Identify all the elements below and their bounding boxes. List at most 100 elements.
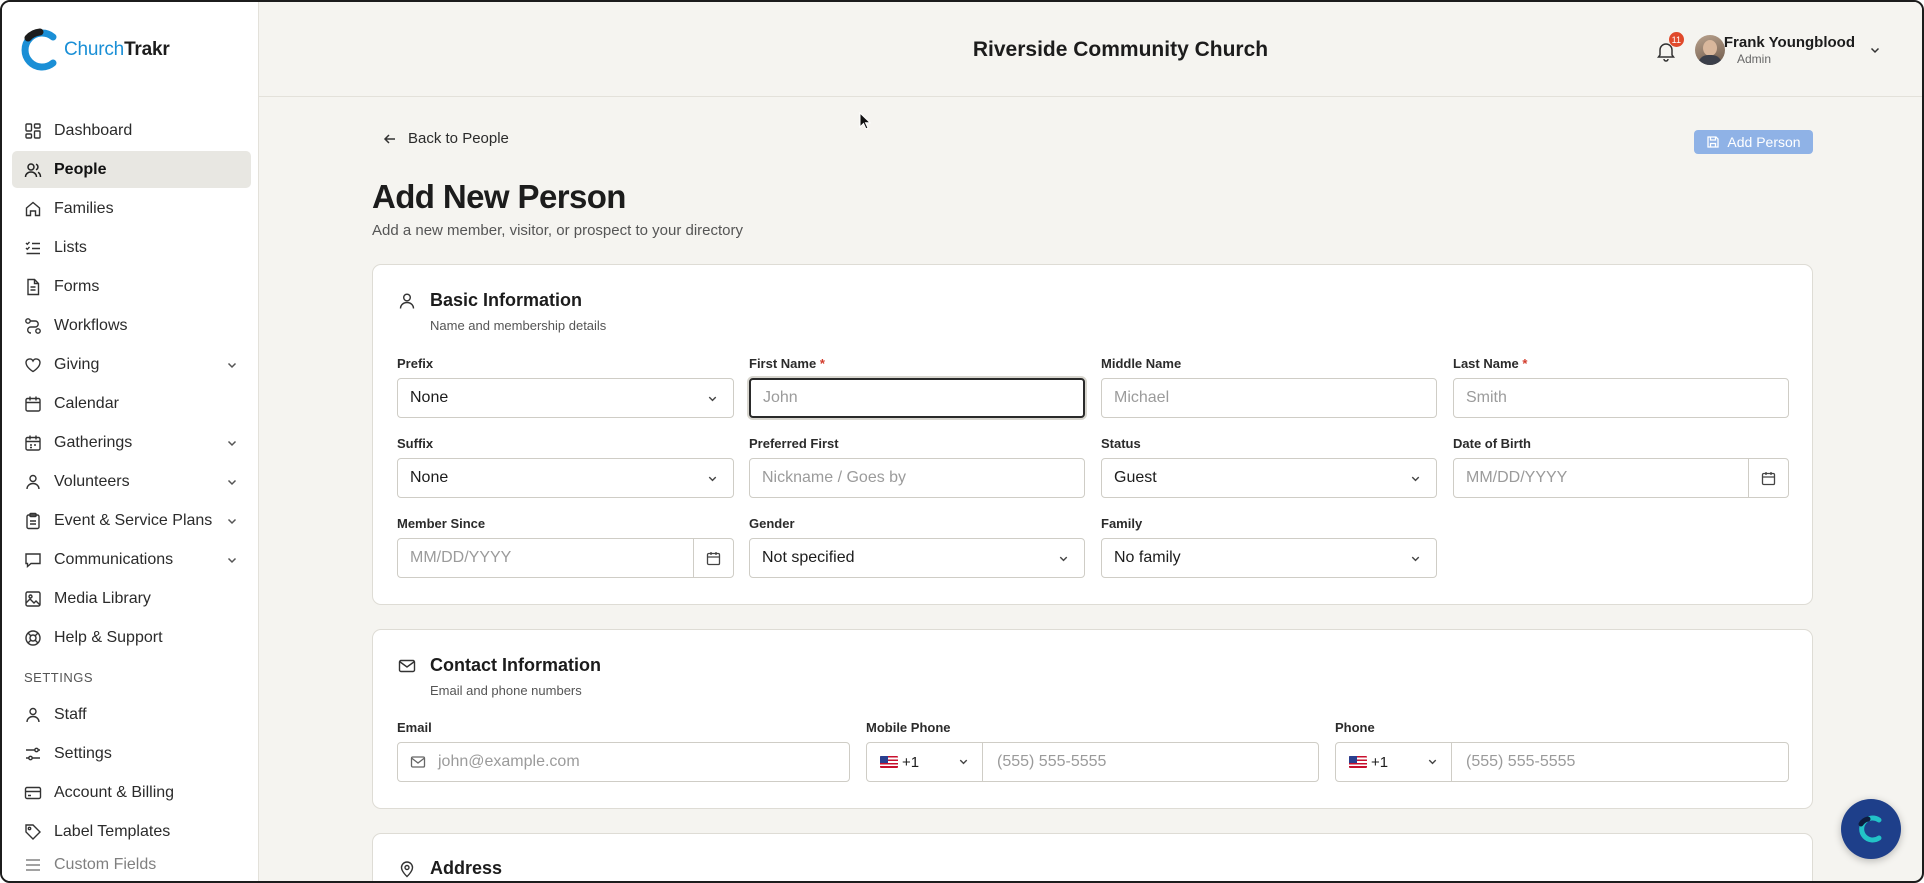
card-subtitle: Name and membership details bbox=[430, 318, 607, 333]
user-role: Admin bbox=[1737, 52, 1772, 66]
sidebar-item-label: Giving bbox=[54, 355, 100, 373]
card-title: Basic Information bbox=[430, 290, 583, 310]
heart-icon bbox=[24, 356, 42, 374]
phone-input[interactable]: +1 (555) 555-5555 bbox=[1335, 742, 1789, 782]
suffix-label: Suffix bbox=[397, 436, 434, 451]
back-to-people-link[interactable]: Back to People bbox=[382, 130, 509, 147]
sidebar-item-families[interactable]: Families bbox=[12, 190, 251, 227]
app-window: ChurchTrakr Dashboard People Families Li… bbox=[0, 0, 1924, 883]
sidebar-item-label: Account & Billing bbox=[54, 783, 175, 801]
prefix-select[interactable]: None bbox=[397, 378, 734, 418]
basic-information-card: Basic Information Name and membership de… bbox=[372, 264, 1813, 605]
family-label: Family bbox=[1101, 516, 1143, 531]
user-icon bbox=[399, 293, 415, 309]
gender-field: Gender Not specified bbox=[749, 516, 1085, 578]
phone-label: Phone bbox=[1335, 720, 1375, 735]
mail-icon bbox=[410, 756, 426, 768]
country-code-value: +1 bbox=[1371, 753, 1389, 771]
sidebar-item-gatherings[interactable]: Gatherings bbox=[12, 424, 251, 461]
country-code-select[interactable]: +1 bbox=[1336, 743, 1452, 781]
suffix-select[interactable]: None bbox=[397, 458, 734, 498]
card-title: Address bbox=[430, 858, 503, 878]
sidebar-item-account-billing[interactable]: Account & Billing bbox=[12, 774, 251, 811]
sidebar-item-lists[interactable]: Lists bbox=[12, 229, 251, 266]
email-label: Email bbox=[397, 720, 432, 735]
member-since-field: Member Since MM/DD/YYYY bbox=[397, 516, 734, 578]
dashboard-icon bbox=[24, 122, 42, 140]
preferred-first-input[interactable]: Nickname / Goes by bbox=[749, 458, 1085, 498]
sidebar-item-forms[interactable]: Forms bbox=[12, 268, 251, 305]
mobile-phone-input[interactable]: +1 (555) 555-5555 bbox=[866, 742, 1319, 782]
first-name-input[interactable]: John bbox=[749, 378, 1085, 418]
sidebar-item-custom-fields[interactable]: Custom Fields bbox=[12, 852, 251, 872]
notification-badge: 11 bbox=[1668, 32, 1684, 47]
chevron-down-icon bbox=[227, 362, 237, 368]
middle-name-input[interactable]: Michael bbox=[1101, 378, 1437, 418]
required-marker: * bbox=[1522, 356, 1528, 371]
gender-select[interactable]: Not specified bbox=[749, 538, 1085, 578]
sidebar-item-label: Dashboard bbox=[54, 121, 133, 139]
first-name-label-text: First Name bbox=[749, 356, 817, 371]
sidebar-item-help-support[interactable]: Help & Support bbox=[12, 619, 251, 656]
status-select[interactable]: Guest bbox=[1101, 458, 1437, 498]
country-code-select[interactable]: +1 bbox=[867, 743, 983, 781]
sidebar-item-workflows[interactable]: Workflows bbox=[12, 307, 251, 344]
country-code-value: +1 bbox=[902, 753, 920, 771]
logo-text-part1: Church bbox=[64, 39, 125, 60]
status-value: Guest bbox=[1114, 469, 1157, 486]
phone-field: Phone +1 (555) 555-5555 bbox=[1335, 720, 1789, 782]
sidebar-item-label: Families bbox=[54, 199, 114, 217]
last-name-label: Last Name * bbox=[1453, 356, 1789, 373]
first-name-placeholder: John bbox=[763, 389, 798, 406]
calendar-icon bbox=[1761, 471, 1776, 485]
sidebar-item-media-library[interactable]: Media Library bbox=[12, 580, 251, 617]
chevron-down-icon[interactable] bbox=[1868, 43, 1882, 57]
avatar[interactable] bbox=[1695, 35, 1725, 65]
date-of-birth-input[interactable]: MM/DD/YYYY bbox=[1453, 458, 1789, 498]
app-logo[interactable]: ChurchTrakr bbox=[20, 28, 170, 72]
mobile-phone-label: Mobile Phone bbox=[866, 720, 951, 735]
sidebar-item-event-service-plans[interactable]: Event & Service Plans bbox=[12, 502, 251, 539]
top-header: Riverside Community Church 11 Frank Youn… bbox=[259, 2, 1922, 97]
add-person-label: Add Person bbox=[1727, 134, 1801, 150]
help-chat-button[interactable] bbox=[1841, 799, 1901, 859]
sidebar-item-label: Communications bbox=[54, 550, 174, 568]
date-picker-button[interactable] bbox=[1748, 459, 1788, 497]
gender-label: Gender bbox=[749, 516, 795, 531]
staff-icon bbox=[24, 706, 42, 724]
middle-name-field: Middle Name Michael bbox=[1101, 356, 1437, 418]
family-select[interactable]: No family bbox=[1101, 538, 1437, 578]
sidebar-item-people[interactable]: People bbox=[12, 151, 251, 188]
user-name[interactable]: Frank Youngblood bbox=[1724, 34, 1855, 51]
add-person-button[interactable]: Add Person bbox=[1694, 130, 1813, 154]
chevron-down-icon bbox=[708, 476, 717, 482]
preferred-first-field: Preferred First Nickname / Goes by bbox=[749, 436, 1085, 498]
sidebar-item-dashboard[interactable]: Dashboard bbox=[12, 112, 251, 149]
sidebar-item-label: Gatherings bbox=[54, 433, 133, 451]
tag-icon bbox=[24, 823, 42, 841]
sidebar-item-volunteers[interactable]: Volunteers bbox=[12, 463, 251, 500]
sidebar-item-label-templates[interactable]: Label Templates bbox=[12, 813, 251, 850]
sidebar-item-communications[interactable]: Communications bbox=[12, 541, 251, 578]
email-input[interactable]: john@example.com bbox=[397, 742, 850, 782]
clipboard-icon bbox=[24, 512, 42, 530]
chat-icon bbox=[24, 551, 42, 569]
credit-card-icon bbox=[24, 784, 42, 802]
member-since-label: Member Since bbox=[397, 516, 486, 531]
last-name-input[interactable]: Smith bbox=[1453, 378, 1789, 418]
member-since-input[interactable]: MM/DD/YYYY bbox=[397, 538, 734, 578]
last-name-label-text: Last Name bbox=[1453, 356, 1519, 371]
sidebar-item-giving[interactable]: Giving bbox=[12, 346, 251, 383]
sidebar-item-staff[interactable]: Staff bbox=[12, 696, 251, 733]
logo-mark-icon bbox=[21, 28, 57, 71]
workflow-icon bbox=[24, 317, 42, 335]
volunteers-icon bbox=[24, 473, 42, 491]
date-picker-button[interactable] bbox=[693, 539, 733, 577]
sidebar-item-calendar[interactable]: Calendar bbox=[12, 385, 251, 422]
chevron-down-icon bbox=[1428, 759, 1437, 765]
page-title: Add New Person bbox=[372, 178, 626, 215]
preferred-first-label: Preferred First bbox=[749, 436, 839, 451]
users-icon bbox=[24, 161, 42, 179]
sidebar-item-settings[interactable]: Settings bbox=[12, 735, 251, 772]
sidebar-item-label: Help & Support bbox=[54, 628, 163, 646]
